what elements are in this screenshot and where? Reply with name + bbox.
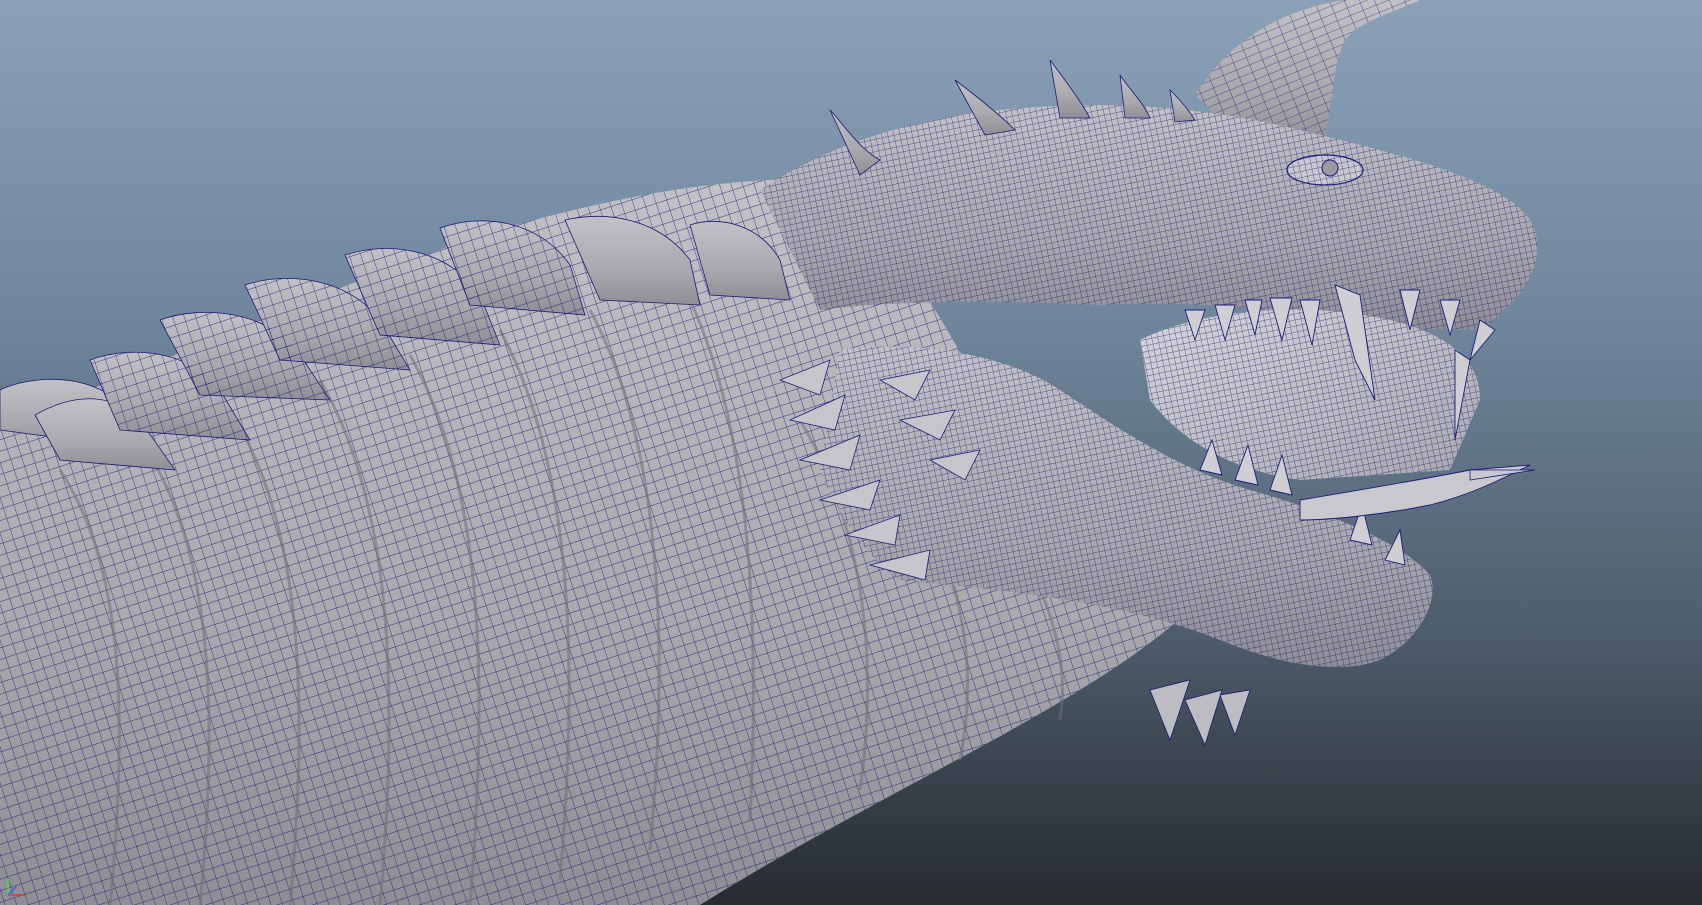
axis-gizmo-icon — [7, 879, 24, 896]
throat-spikes — [1149, 679, 1251, 747]
axis-z-line — [7, 886, 17, 896]
head-upper-jaw-mesh — [760, 105, 1538, 331]
viewport-canvas[interactable] — [0, 0, 1702, 905]
3d-viewport[interactable] — [0, 0, 1702, 905]
dragon-eye — [1286, 154, 1364, 186]
